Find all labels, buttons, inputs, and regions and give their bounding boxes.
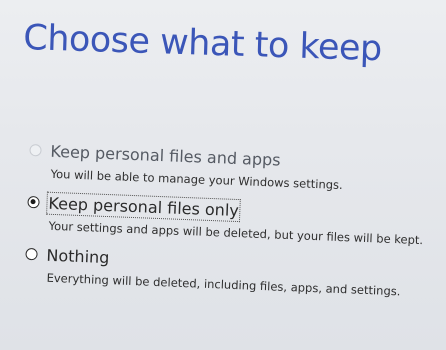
radio-nothing[interactable] [25, 247, 38, 261]
radio-keep-files-and-apps[interactable] [29, 143, 42, 157]
option-label: Keep personal files and apps [50, 141, 281, 170]
option-label: Nothing [46, 245, 110, 267]
page-title: Choose what to keep [22, 18, 383, 70]
option-label: Keep personal files only [46, 190, 242, 223]
reset-screen: Choose what to keep Keep personal files … [0, 0, 446, 350]
radio-keep-files-only[interactable] [27, 195, 40, 209]
keep-options-group: Keep personal files and apps You will be… [24, 138, 446, 310]
